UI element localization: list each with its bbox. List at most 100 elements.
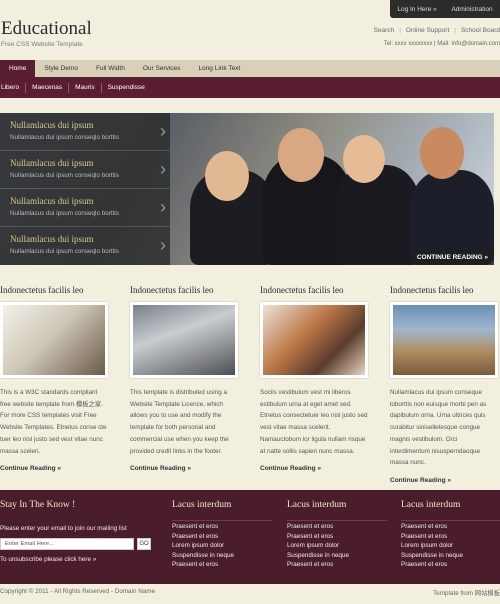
footer-link[interactable]: Suspendisse in neque <box>401 551 500 561</box>
slide-title: Nullamlacus dui ipsum <box>10 120 94 130</box>
book-writing-image <box>0 302 108 378</box>
column-heading: Indonectetus facilis leo <box>130 285 214 295</box>
continue-reading-link[interactable]: Continue Reading » <box>0 465 108 472</box>
footer-links-column: Lacus interdum Praesent et eros Praesent… <box>401 500 500 570</box>
sub-nav: Libero Maecenas Mauris Suspendisse <box>0 77 500 98</box>
site-subtitle: Free CSS Website Template <box>1 41 83 48</box>
search-link[interactable]: Search <box>374 27 395 34</box>
subnav-item-libero[interactable]: Libero <box>0 84 25 91</box>
newsletter-heading: Stay In The Know ! <box>0 500 76 510</box>
continue-reading-button[interactable]: CONTINUE READING » <box>410 250 494 265</box>
footer-link[interactable]: Suspendisse in neque <box>172 551 272 561</box>
nav-item-home[interactable]: Home <box>0 60 36 77</box>
column-text: Sociis vestibulum vest mi liberos estibu… <box>260 389 368 455</box>
chevron-right-icon: › <box>160 159 166 179</box>
footer-link[interactable]: Praesent et eros <box>172 560 272 570</box>
computer-lab-image <box>130 302 238 378</box>
divider <box>401 520 500 521</box>
content-column: Indonectetus facilis leo This is a W3C s… <box>0 285 108 472</box>
divider <box>287 520 387 521</box>
chevron-right-icon: › <box>160 235 166 255</box>
slide-text: Nullamlacus dui ipsum conseqlo borttis <box>10 134 119 141</box>
slide-title: Nullamlacus dui ipsum <box>10 158 94 168</box>
graduate-head <box>205 151 249 201</box>
content-column: Indonectetus facilis leo This template i… <box>130 285 238 472</box>
column-text: This template is distributed using a Web… <box>130 389 229 455</box>
separator: | <box>454 27 456 34</box>
continue-reading-link[interactable]: Continue Reading » <box>260 465 368 472</box>
header-links: Search | Online Support | School Board <box>374 27 500 34</box>
copyright-text: Copyright © 2011 - All Rights Reserved -… <box>0 588 156 595</box>
footer-link[interactable]: Praesent et eros <box>287 522 387 532</box>
login-link[interactable]: Log In Here » <box>397 6 436 13</box>
continue-reading-link[interactable]: Continue Reading » <box>130 465 238 472</box>
footer-link[interactable]: Suspendisse in neque <box>287 551 387 561</box>
graduate-head <box>343 135 385 183</box>
chevron-right-icon: › <box>160 121 166 141</box>
nav-item-our-services[interactable]: Our Services <box>134 60 190 77</box>
column-heading: Indonectetus facilis leo <box>0 285 84 295</box>
school-board-link[interactable]: School Board <box>461 27 500 34</box>
slide-text: Nullamlacus dui ipsum conseqlo borttis <box>10 210 119 217</box>
divider <box>172 520 272 521</box>
graduate-head <box>420 127 464 179</box>
go-button[interactable]: GO <box>137 538 151 550</box>
subnav-item-suspendisse[interactable]: Suspendisse <box>102 84 151 91</box>
column-heading: Indonectetus facilis leo <box>390 285 474 295</box>
online-support-link[interactable]: Online Support <box>406 27 449 34</box>
slide-item[interactable]: Nullamlacus dui ipsum Nullamlacus dui ip… <box>0 189 170 227</box>
featured-banner: Nullamlacus dui ipsum Nullamlacus dui ip… <box>0 113 494 265</box>
footer-link[interactable]: Lorem ipsum dolor <box>287 541 387 551</box>
nav-item-full-width[interactable]: Full Width <box>87 60 134 77</box>
footer-links-column: Lacus interdum Praesent et eros Praesent… <box>287 500 387 570</box>
students-studying-image <box>260 302 368 378</box>
main-nav: Home Style Demo Full Width Our Services … <box>0 60 500 77</box>
slide-text: Nullamlacus dui ipsum conseqlo borttis <box>10 248 119 255</box>
footer-list-heading: Lacus interdum <box>172 500 232 510</box>
template-credit-link[interactable]: Template from 网站模板 <box>433 588 500 597</box>
column-text: This is a W3C standards compliant free w… <box>0 389 107 455</box>
site-title[interactable]: Educational <box>1 18 92 40</box>
footer-link[interactable]: Lorem ipsum dolor <box>401 541 500 551</box>
footer-link[interactable]: Lorem ipsum dolor <box>172 541 272 551</box>
slide-item[interactable]: Nullamlacus dui ipsum Nullamlacus dui ip… <box>0 227 170 265</box>
chevron-right-icon: › <box>160 197 166 217</box>
footer-link[interactable]: Praesent et eros <box>401 532 500 542</box>
footer-link[interactable]: Praesent et eros <box>172 522 272 532</box>
newsletter-text: Please enter your email to join our mail… <box>0 525 127 532</box>
subnav-item-maecenas[interactable]: Maecenas <box>26 84 68 91</box>
slide-title: Nullamlacus dui ipsum <box>10 196 94 206</box>
slide-title: Nullamlacus dui ipsum <box>10 234 94 244</box>
content-column: Indonectetus facilis leo Nullamlacus dui… <box>390 285 498 484</box>
column-heading: Indonectetus facilis leo <box>260 285 344 295</box>
footer-link[interactable]: Praesent et eros <box>401 560 500 570</box>
unsubscribe-link[interactable]: To unsubscribe please click here » <box>0 556 96 563</box>
slide-item[interactable]: Nullamlacus dui ipsum Nullamlacus dui ip… <box>0 113 170 151</box>
slide-list: Nullamlacus dui ipsum Nullamlacus dui ip… <box>0 113 170 265</box>
footer-link[interactable]: Praesent et eros <box>172 532 272 542</box>
graduate-head <box>278 128 324 182</box>
contact-info: Tel: xxxx xxxxxxxx | Mail: info@domain.c… <box>383 41 500 47</box>
nav-item-long-link-text[interactable]: Long Link Text <box>189 60 249 77</box>
subnav-item-mauris[interactable]: Mauris <box>69 84 101 91</box>
footer: Stay In The Know ! Please enter your ema… <box>0 490 500 584</box>
email-input[interactable]: Enter Email Here… <box>0 538 134 550</box>
footer-link[interactable]: Praesent et eros <box>287 560 387 570</box>
footer-links-column: Lacus interdum Praesent et eros Praesent… <box>172 500 272 570</box>
footer-list-heading: Lacus interdum <box>401 500 461 510</box>
column-text: Nullamlacus dui ipsum conseque loborttis… <box>390 389 487 467</box>
topbar: Log In Here » Administration <box>390 0 500 18</box>
footer-link[interactable]: Praesent et eros <box>401 522 500 532</box>
students-outdoors-image <box>390 302 498 378</box>
footer-list-heading: Lacus interdum <box>287 500 347 510</box>
graduate-figure <box>335 165 420 265</box>
slide-text: Nullamlacus dui ipsum conseqlo borttis <box>10 172 119 179</box>
continue-reading-link[interactable]: Continue Reading » <box>390 477 498 484</box>
newsletter-section: Stay In The Know ! Please enter your ema… <box>0 500 160 534</box>
administration-link[interactable]: Administration <box>451 6 492 13</box>
nav-item-style-demo[interactable]: Style Demo <box>35 60 87 77</box>
footer-link[interactable]: Praesent et eros <box>287 532 387 542</box>
slide-item[interactable]: Nullamlacus dui ipsum Nullamlacus dui ip… <box>0 151 170 189</box>
separator: | <box>399 27 401 34</box>
content-column: Indonectetus facilis leo Sociis vestibul… <box>260 285 368 472</box>
